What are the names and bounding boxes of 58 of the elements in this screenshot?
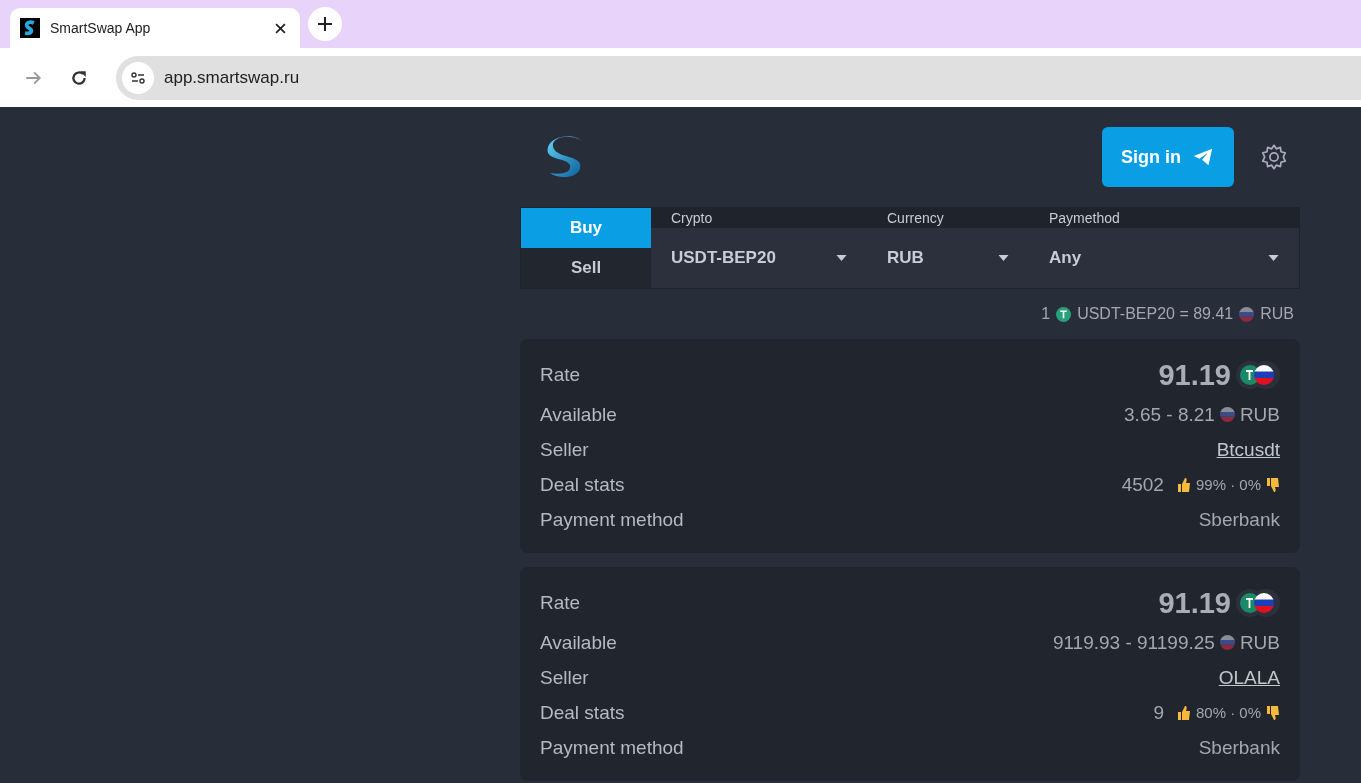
close-icon[interactable] [275,22,286,34]
plus-icon [318,17,332,31]
currency-pair-icon [1236,589,1280,617]
filter-label: Paymethod [1029,208,1299,228]
logo-icon [20,18,40,38]
currency-text: RUB [1239,631,1280,654]
deal-count: 4502 [1121,473,1164,496]
rate-text: USDT-BEP20 = 89.41 [1077,305,1234,323]
url-text: app.smartswap.ru [164,67,300,88]
filter-dropdown[interactable]: RUB [867,228,1029,288]
flag-icon [1219,635,1235,650]
caret-icon [1268,255,1279,261]
field-label: Available [540,631,617,654]
address-bar[interactable]: app.smartswap.ru [116,55,1361,100]
reload-icon[interactable] [70,68,88,87]
flag-icon [1239,306,1255,322]
filter-label: Crypto [651,208,867,228]
field-label: Rate [540,364,581,386]
thumbs-up-icon [1176,704,1191,721]
thumbs-up-icon [1176,476,1191,493]
field-label: Payment method [540,508,684,531]
payment-method: Sberbank [1198,736,1280,759]
seller-link[interactable]: Btcusdt [1216,438,1280,461]
filter-dropdown[interactable]: USDT-BEP20 [651,228,867,288]
seller-link[interactable]: OLALA [1218,666,1280,689]
currency-text: RUB [1260,305,1294,323]
mode-tab[interactable]: Sell [521,248,651,288]
field-label: Seller [540,438,589,461]
thumbs-down-icon [1266,476,1280,493]
field-label: Deal stats [540,701,625,724]
currency-text: RUB [1239,403,1280,426]
rate-amount: 1 [1041,305,1051,323]
deal-ratio: 99% · 0% [1195,476,1261,493]
payment-method: Sberbank [1198,508,1280,531]
field-label: Seller [540,666,589,689]
site-settings-icon[interactable] [122,61,154,94]
rate-value: 91.19 [1158,586,1231,620]
field-label: Available [540,403,617,426]
deal-ratio: 80% · 0% [1195,704,1261,721]
flag-icon [1219,407,1235,422]
new-tab-button[interactable] [308,7,342,41]
field-label: Payment method [540,736,684,759]
settings-icon[interactable] [1260,143,1288,171]
tether-coin-icon [1056,306,1072,322]
caret-icon [998,255,1009,261]
rate-value: 91.19 [1158,358,1231,392]
caret-icon [836,255,847,261]
available-range: 3.65 - 8.21 [1124,403,1215,426]
available-range: 9119.93 - 91199.25 [1052,631,1215,654]
currency-pair-icon [1236,361,1280,389]
filter-label: Currency [867,208,1029,228]
field-label: Rate [540,592,581,614]
deal-count: 9 [1153,701,1164,724]
thumbs-down-icon [1266,704,1280,721]
filter-dropdown[interactable]: Any [1029,228,1299,288]
tab-title: SmartSwap App [50,20,152,36]
field-label: Deal stats [540,473,625,496]
browser-tab[interactable]: SmartSwap App [10,8,300,48]
